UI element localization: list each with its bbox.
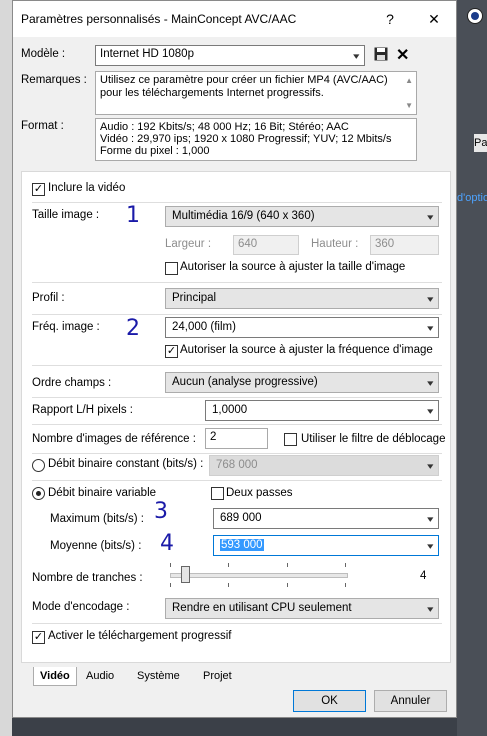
field-order-select[interactable]: Aucun (analyse progressive) ▾ — [165, 372, 439, 393]
deblock-label: Utiliser le filtre de déblocage — [301, 433, 446, 445]
remarks-value: Utilisez ce paramètre pour créer un fich… — [100, 74, 388, 99]
model-select[interactable]: Internet HD 1080p ▾ — [95, 45, 365, 66]
encode-mode-label: Mode d'encodage : — [32, 601, 130, 613]
remarks-text: Utilisez ce paramètre pour créer un fich… — [95, 71, 417, 115]
cbr-radio[interactable] — [32, 459, 45, 472]
image-size-select[interactable]: Multimédia 16/9 (640 x 360) ▾ — [165, 206, 439, 227]
chevron-down-icon: ▾ — [427, 378, 434, 388]
progressive-label: Activer le téléchargement progressif — [48, 630, 232, 642]
width-label: Largeur : — [165, 238, 212, 250]
width-input[interactable]: 640 — [233, 235, 299, 255]
title-bar: Paramètres personnalisés - MainConcept A… — [13, 1, 456, 37]
slices-label: Nombre de tranches : — [32, 572, 143, 584]
format-audio-line: Audio : 192 Kbits/s; 48 000 Hz; 16 Bit; … — [100, 121, 349, 133]
include-video-label: Inclure la vidéo — [48, 182, 126, 194]
pixel-ratio-select[interactable]: 1,0000 ▾ — [205, 400, 439, 421]
avg-bitrate-value: 593 000 — [220, 539, 264, 551]
background-app-right: Pa d'optio — [457, 0, 487, 736]
slices-slider[interactable] — [170, 563, 348, 587]
allow-framerate-checkbox[interactable]: ✓ — [165, 345, 178, 358]
progressive-checkbox[interactable]: ✓ — [32, 631, 45, 644]
chevron-down-icon: ▾ — [427, 461, 434, 471]
annotation-3: 3 — [154, 499, 168, 524]
background-record-icon — [467, 8, 483, 24]
custom-settings-dialog: Paramètres personnalisés - MainConcept A… — [12, 0, 457, 718]
chevron-down-icon: ▾ — [427, 604, 434, 614]
framerate-label: Fréq. image : — [32, 321, 100, 333]
profile-select[interactable]: Principal ▾ — [165, 288, 439, 309]
chevron-down-icon: ▾ — [427, 212, 434, 222]
video-settings-panel: ✓ Inclure la vidéo Taille image : Multim… — [21, 171, 451, 663]
chevron-down-icon: ▾ — [427, 323, 434, 333]
scroll-up-icon[interactable]: ▲ — [405, 74, 413, 87]
annotation-4: 4 — [160, 531, 174, 556]
field-order-value: Aucun (analyse progressive) — [172, 376, 318, 388]
scroll-down-icon[interactable]: ▼ — [405, 99, 413, 112]
slider-thumb[interactable] — [181, 566, 190, 583]
encode-mode-select[interactable]: Rendre en utilisant CPU seulement ▾ — [165, 598, 439, 619]
background-app-left — [0, 0, 12, 736]
ref-frames-input[interactable]: 2 — [205, 428, 268, 449]
framerate-select[interactable]: 24,000 (film) ▾ — [165, 317, 439, 338]
pixel-ratio-value: 1,0000 — [212, 404, 248, 416]
cancel-button[interactable]: Annuler — [374, 690, 447, 712]
two-pass-checkbox[interactable] — [211, 487, 224, 500]
avg-bitrate-label: Moyenne (bits/s) : — [50, 540, 142, 552]
max-bitrate-label: Maximum (bits/s) : — [50, 513, 144, 525]
framerate-value: 24,000 (film) — [172, 321, 236, 333]
chevron-down-icon: ▾ — [427, 294, 434, 304]
vbr-radio[interactable] — [32, 487, 45, 500]
background-link: d'optio — [457, 192, 487, 204]
avg-bitrate-select[interactable]: 593 000 ▾ — [213, 535, 439, 556]
annotation-2: 2 — [126, 316, 140, 341]
format-info: Audio : 192 Kbits/s; 48 000 Hz; 16 Bit; … — [95, 118, 417, 161]
ref-frames-label: Nombre d'images de référence : — [32, 433, 196, 445]
two-pass-label: Deux passes — [226, 487, 293, 499]
save-icon[interactable] — [374, 47, 388, 61]
field-order-label: Ordre champs : — [32, 377, 112, 389]
height-label: Hauteur : — [311, 238, 359, 250]
remarks-label: Remarques : — [21, 74, 87, 86]
max-bitrate-select[interactable]: 689 000 ▾ — [213, 508, 439, 529]
chevron-down-icon: ▾ — [427, 514, 434, 524]
dialog-title: Paramètres personnalisés - MainConcept A… — [21, 12, 297, 26]
allow-size-checkbox[interactable] — [165, 262, 178, 275]
vbr-label: Débit binaire variable — [48, 487, 157, 499]
allow-size-label: Autoriser la source à ajuster la taille … — [180, 261, 406, 273]
cbr-select[interactable]: 768 000 ▾ — [209, 455, 439, 476]
chevron-down-icon: ▾ — [427, 406, 434, 416]
cbr-label: Débit binaire constant (bits/s) : — [48, 458, 204, 470]
model-value: Internet HD 1080p — [100, 48, 194, 60]
help-button[interactable]: ? — [376, 7, 404, 31]
height-input[interactable]: 360 — [370, 235, 439, 255]
tab-video[interactable]: Vidéo — [33, 667, 77, 686]
deblock-checkbox[interactable] — [284, 433, 297, 446]
chevron-down-icon: ▾ — [427, 541, 434, 551]
chevron-down-icon: ▾ — [353, 51, 360, 61]
tab-system[interactable]: Système — [131, 667, 186, 685]
profile-label: Profil : — [32, 292, 65, 304]
ok-button[interactable]: OK — [293, 690, 366, 712]
format-pixel-line: Forme du pixel : 1,000 — [100, 145, 210, 157]
encode-mode-value: Rendre en utilisant CPU seulement — [172, 602, 352, 614]
image-size-value: Multimédia 16/9 (640 x 360) — [172, 210, 315, 222]
allow-framerate-label: Autoriser la source à ajuster la fréquen… — [180, 344, 433, 356]
model-label: Modèle : — [21, 48, 66, 60]
close-button[interactable]: ✕ — [420, 7, 448, 31]
max-bitrate-value: 689 000 — [220, 512, 262, 524]
image-size-label: Taille image : — [32, 209, 100, 221]
format-video-line: Vidéo : 29,970 ips; 1920 x 1080 Progress… — [100, 133, 392, 145]
delete-icon[interactable]: ✕ — [396, 45, 409, 65]
format-label: Format : — [21, 120, 64, 132]
cbr-value: 768 000 — [216, 459, 258, 471]
slices-value: 4 — [420, 570, 427, 582]
annotation-1: 1 — [126, 203, 140, 228]
include-video-checkbox[interactable]: ✓ — [32, 183, 45, 196]
pixel-ratio-label: Rapport L/H pixels : — [32, 404, 133, 416]
tab-audio[interactable]: Audio — [80, 667, 120, 685]
profile-value: Principal — [172, 292, 217, 304]
background-fragment: Pa — [474, 134, 487, 152]
tab-project[interactable]: Projet — [197, 667, 238, 685]
